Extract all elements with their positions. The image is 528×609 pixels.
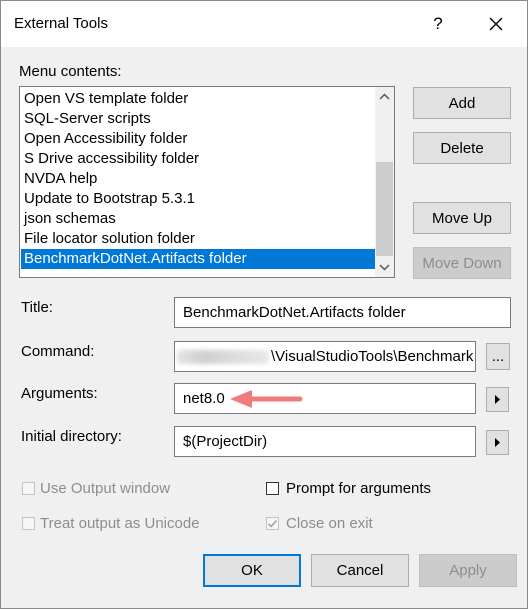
move-down-button[interactable]: Move Down bbox=[413, 247, 511, 279]
redacted-path bbox=[177, 350, 269, 365]
triangle-right-icon bbox=[495, 438, 500, 447]
external-tools-dialog: External Tools ? Menu contents: Open VS … bbox=[0, 0, 528, 609]
list-item[interactable]: NVDA help bbox=[21, 169, 375, 189]
title-bar: External Tools ? bbox=[1, 1, 527, 47]
window-title: External Tools bbox=[14, 15, 108, 32]
scroll-thumb[interactable] bbox=[376, 162, 393, 256]
chevron-up-icon bbox=[379, 93, 390, 100]
use-output-window-checkbox[interactable] bbox=[22, 482, 35, 495]
close-icon bbox=[489, 17, 503, 31]
menu-items: Open VS template folder SQL-Server script… bbox=[21, 89, 375, 269]
command-value: \VisualStudioTools\Benchmark bbox=[271, 348, 474, 365]
close-button[interactable] bbox=[483, 11, 509, 37]
arrow-left-icon bbox=[230, 390, 303, 408]
initial-directory-menu-button[interactable] bbox=[486, 430, 509, 455]
ok-button[interactable]: OK bbox=[203, 554, 301, 587]
arguments-field[interactable]: net8.0 bbox=[174, 383, 476, 414]
add-button[interactable]: Add bbox=[413, 87, 511, 119]
list-item[interactable]: File locator solution folder bbox=[21, 229, 375, 249]
menu-contents-list[interactable]: Open VS template folder SQL-Server script… bbox=[19, 86, 395, 278]
cancel-button[interactable]: Cancel bbox=[311, 554, 409, 587]
close-on-exit-label: Close on exit bbox=[286, 515, 373, 532]
list-item[interactable]: json schemas bbox=[21, 209, 375, 229]
use-output-window-label: Use Output window bbox=[40, 480, 171, 497]
list-item[interactable]: Update to Bootstrap 5.3.1 bbox=[21, 189, 375, 209]
title-field[interactable]: BenchmarkDotNet.Artifacts folder bbox=[174, 297, 511, 328]
treat-output-as-unicode-label: Treat output as Unicode bbox=[40, 515, 200, 532]
delete-button[interactable]: Delete bbox=[413, 132, 511, 164]
scroll-down-button[interactable] bbox=[375, 259, 394, 276]
arguments-menu-button[interactable] bbox=[486, 387, 509, 412]
title-label: Title: bbox=[21, 299, 53, 316]
command-label: Command: bbox=[21, 343, 95, 360]
list-item[interactable]: Open VS template folder bbox=[21, 89, 375, 109]
menu-contents-label: Menu contents: bbox=[19, 63, 122, 80]
list-item[interactable]: Open Accessibility folder bbox=[21, 129, 375, 149]
list-item[interactable]: S Drive accessibility folder bbox=[21, 149, 375, 169]
scroll-up-button[interactable] bbox=[375, 88, 394, 105]
move-up-button[interactable]: Move Up bbox=[413, 202, 511, 234]
browse-button[interactable]: ... bbox=[486, 343, 510, 370]
command-field[interactable]: \VisualStudioTools\Benchmark bbox=[174, 341, 476, 372]
help-button[interactable]: ? bbox=[425, 11, 451, 37]
list-scrollbar[interactable] bbox=[375, 87, 394, 277]
apply-button[interactable]: Apply bbox=[419, 554, 517, 587]
triangle-right-icon bbox=[495, 395, 500, 404]
arguments-label: Arguments: bbox=[21, 385, 98, 402]
prompt-for-arguments-label: Prompt for arguments bbox=[286, 480, 432, 497]
treat-output-as-unicode-checkbox[interactable] bbox=[22, 517, 35, 530]
prompt-for-arguments-checkbox[interactable] bbox=[266, 482, 279, 495]
list-item[interactable]: SQL-Server scripts bbox=[21, 109, 375, 129]
initial-directory-field[interactable]: $(ProjectDir) bbox=[174, 426, 476, 457]
close-on-exit-checkbox[interactable] bbox=[266, 517, 279, 530]
checkmark-icon bbox=[267, 520, 278, 528]
list-item[interactable]: BenchmarkDotNet.Artifacts folder bbox=[21, 249, 375, 269]
initial-directory-label: Initial directory: bbox=[21, 428, 122, 445]
chevron-down-icon bbox=[379, 264, 390, 271]
